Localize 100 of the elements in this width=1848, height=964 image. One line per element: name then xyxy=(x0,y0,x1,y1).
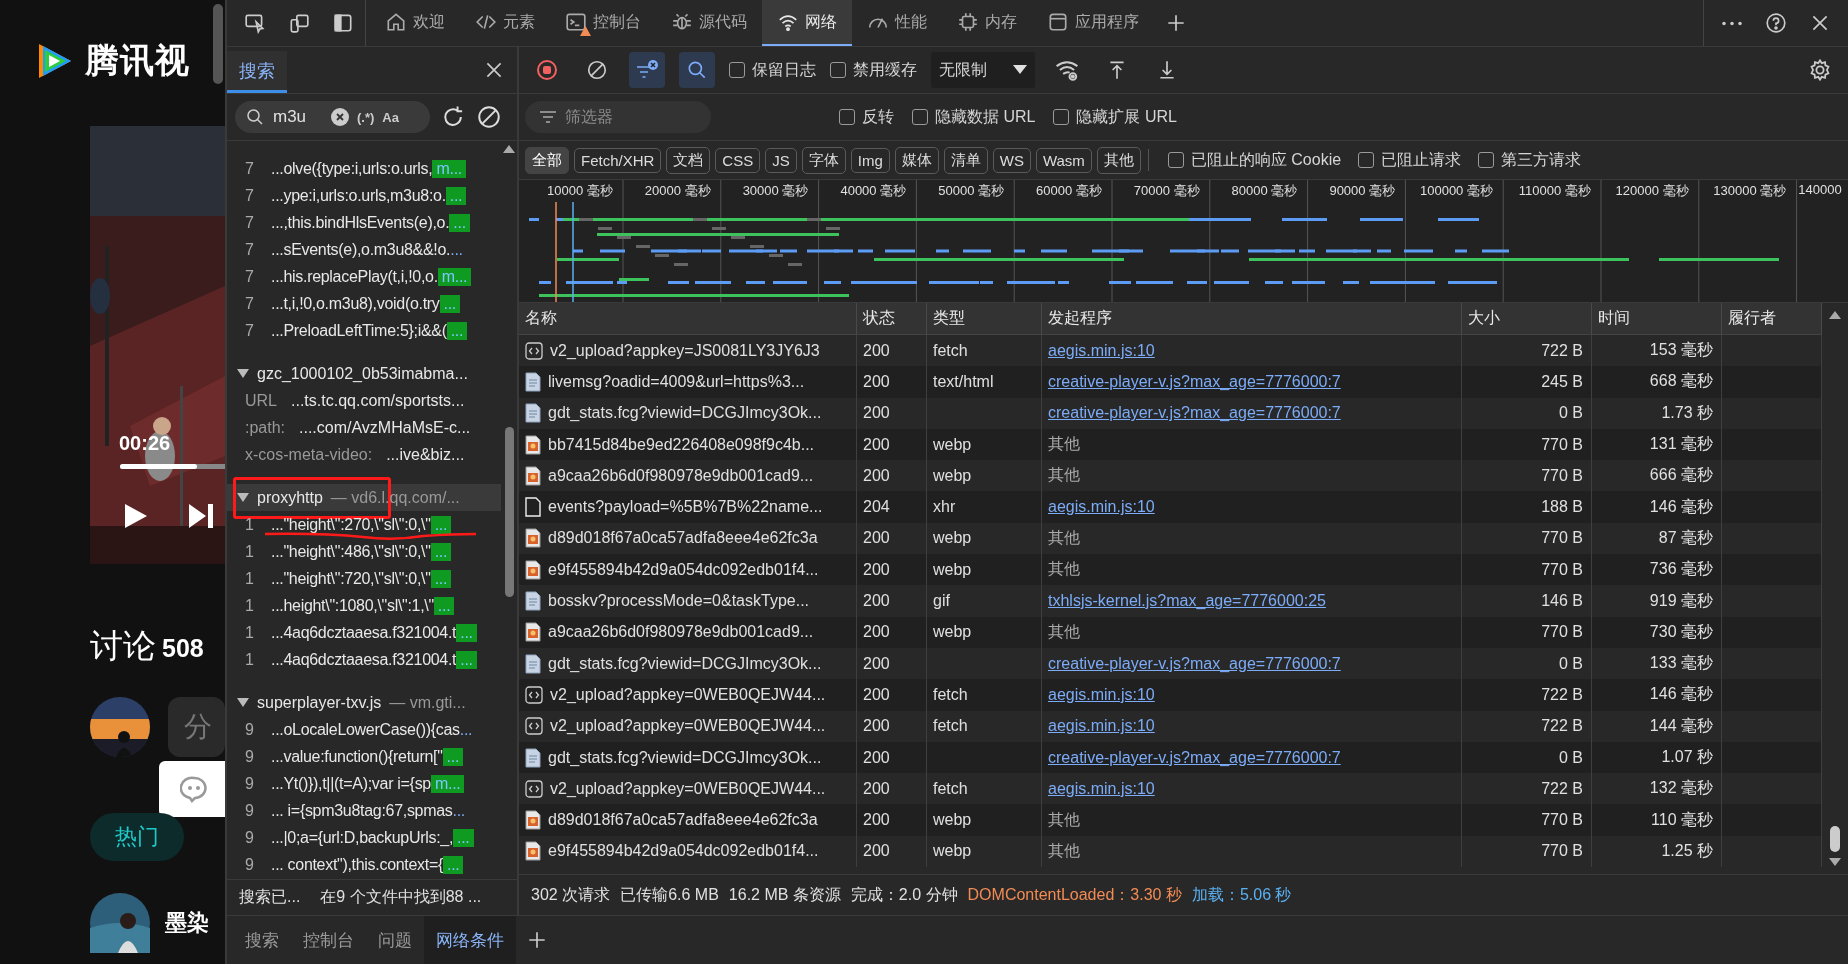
search-result-line[interactable]: ...ive&biz... xyxy=(386,445,465,464)
scrollbar-thumb[interactable] xyxy=(1830,826,1840,852)
request-name[interactable]: livemsg?oadid=4009&url=https%3... xyxy=(548,372,805,391)
progress-bar[interactable] xyxy=(120,464,225,469)
search-result-line[interactable]: ...oLocaleLowerCase()){cas... xyxy=(271,720,473,739)
filter-chip[interactable]: 文档 xyxy=(666,146,711,174)
search-result-line[interactable]: ...PreloadLeftTime:5};i&&( ... xyxy=(271,321,468,340)
search-result-line[interactable]: ...sEvents(e),o.m3u8&&!o.... xyxy=(271,240,463,259)
search-result-line[interactable]: ...4aq6dcztaaesa.f321004.t ... xyxy=(271,650,477,669)
filter-chip[interactable]: Img xyxy=(850,147,890,173)
filter-field[interactable]: 筛选器 xyxy=(525,101,711,133)
drawer-tab[interactable]: 搜索 xyxy=(233,916,291,964)
expand-arrow-icon[interactable] xyxy=(237,492,249,503)
request-name[interactable]: e9f455894b42d9a054dc092edb01f4... xyxy=(548,842,819,861)
column-header[interactable]: 发起程序 xyxy=(1042,303,1462,334)
filter-button[interactable] xyxy=(629,52,665,88)
scrollbar[interactable] xyxy=(213,4,223,84)
request-name[interactable]: e9f455894b42d9a054dc092edb01f4... xyxy=(548,560,819,579)
filter-chip[interactable]: Fetch/XHR xyxy=(574,147,662,173)
column-header[interactable]: 名称 xyxy=(519,303,857,334)
panel-tab[interactable]: 性能 xyxy=(852,0,942,46)
panel-tab[interactable]: 控制台 xyxy=(550,0,656,46)
filter-chip[interactable]: 媒体 xyxy=(894,146,939,174)
panel-tab[interactable]: 应用程序 xyxy=(1032,0,1154,46)
request-name[interactable]: a9caa26b6d0f980978e9db001cad9... xyxy=(548,466,814,485)
search-result-line[interactable]: ...ts.tc.qq.com/sportsts... xyxy=(291,391,465,410)
panel-tab[interactable]: 欢迎 xyxy=(370,0,460,46)
initiator-link[interactable]: creative-player-v.js?max_age=7776000:7 xyxy=(1048,372,1341,391)
drawer-tab[interactable]: 问题 xyxy=(366,916,424,964)
column-header[interactable]: 类型 xyxy=(927,303,1042,334)
filter-chip[interactable]: JS xyxy=(765,147,797,173)
search-result-line[interactable]: ... context"),this.context={ ... xyxy=(271,855,464,874)
scroll-down-icon[interactable] xyxy=(1829,858,1841,866)
search-result-line[interactable]: ...,this.bindHlsEvents(e),o. ... xyxy=(271,213,470,232)
search-tab[interactable]: 搜索 xyxy=(227,51,287,93)
search-result-line[interactable]: ..."height\":270,\"sl\":0,\" ... xyxy=(271,515,452,534)
request-name[interactable]: v2_upload?appkey=0WEB0QEJW44... xyxy=(550,685,826,704)
checkbox[interactable] xyxy=(1053,109,1070,125)
search-result-line[interactable]: ..."height\":486,\"sl\":0,\" ... xyxy=(271,542,452,561)
expand-arrow-icon[interactable] xyxy=(237,697,249,708)
search-result-line[interactable]: ...ype:i,urls:o.urls,m3u8:o. ... xyxy=(271,186,467,205)
checkbox[interactable] xyxy=(1358,152,1375,168)
checkbox[interactable] xyxy=(729,62,745,78)
throttle-select[interactable]: 无限制 xyxy=(931,52,1035,88)
filter-chip[interactable]: Wasm xyxy=(1035,147,1092,173)
scroll-up-icon[interactable] xyxy=(1829,311,1841,319)
search-result-line[interactable]: ...Yt()}),t||(t=A);var i={sp m... xyxy=(271,774,465,793)
column-header[interactable]: 时间 xyxy=(1592,303,1722,334)
search-result-line[interactable]: ..."height\":720,\"sl\":0,\" ... xyxy=(271,569,452,588)
search-result-line[interactable]: ...value:function(){return[" ... xyxy=(271,747,464,766)
panel-tab[interactable]: 源代码 xyxy=(656,0,762,46)
file-group-header[interactable]: superplayer-txv.js — vm.gti... xyxy=(227,689,501,716)
initiator-link[interactable]: aegis.min.js:10 xyxy=(1048,779,1155,798)
regex-toggle[interactable]: (.*) xyxy=(357,109,375,125)
filter-chip[interactable]: WS xyxy=(992,147,1031,173)
panel-tab[interactable]: 内存 xyxy=(942,0,1032,46)
search-result-line[interactable]: ...4aq6dcztaaesa.f321004.t ... xyxy=(271,623,477,642)
match-case-toggle[interactable]: Aa xyxy=(382,109,399,125)
drawer-tab[interactable]: 控制台 xyxy=(291,916,366,964)
initiator-link[interactable]: txhlsjs-kernel.js?max_age=7776000:25 xyxy=(1048,592,1326,610)
request-name[interactable]: d89d018f67a0ca57adfa8eee4e62fc3a xyxy=(548,529,818,548)
request-name[interactable]: gdt_stats.fcg?viewid=DCGJImcy3Ok... xyxy=(548,654,822,673)
checkbox[interactable] xyxy=(839,109,855,125)
search-button[interactable] xyxy=(679,52,715,88)
panel-tab[interactable]: 网络 xyxy=(762,0,852,46)
scroll-up-icon[interactable] xyxy=(503,145,515,153)
request-name[interactable]: bosskv?processMode=0&taskType... xyxy=(548,592,810,610)
comment-button[interactable] xyxy=(159,761,225,817)
column-header[interactable]: 大小 xyxy=(1462,303,1592,334)
clear-icon[interactable] xyxy=(331,108,349,126)
checkbox[interactable] xyxy=(1167,152,1184,168)
request-name[interactable]: v2_upload?appkey=0WEB0QEJW44... xyxy=(550,717,826,736)
initiator-link[interactable]: creative-player-v.js?max_age=7776000:7 xyxy=(1048,748,1341,767)
filter-chip[interactable]: 全部 xyxy=(525,146,569,174)
clear-button[interactable] xyxy=(476,104,502,130)
column-header[interactable]: 状态 xyxy=(857,303,927,334)
request-name[interactable]: v2_upload?appkey=0WEB0QEJW44... xyxy=(550,779,826,798)
request-name[interactable]: gdt_stats.fcg?viewid=DCGJImcy3Ok... xyxy=(548,404,822,423)
checkbox[interactable] xyxy=(1478,152,1495,168)
request-name[interactable]: gdt_stats.fcg?viewid=DCGJImcy3Ok... xyxy=(548,748,822,767)
search-result-line[interactable]: ...his.replacePlay(t,i,!0,o. m... xyxy=(271,267,472,286)
request-name[interactable]: a9caa26b6d0f980978e9db001cad9... xyxy=(548,623,814,642)
scrollbar-thumb[interactable] xyxy=(504,427,514,597)
initiator-link[interactable]: aegis.min.js:10 xyxy=(1048,685,1155,704)
initiator-link[interactable]: aegis.min.js:10 xyxy=(1048,717,1155,736)
search-result-line[interactable]: ...|0;a={url:D,backupUrls:_, ... xyxy=(271,828,474,847)
panel-tab[interactable]: 元素 xyxy=(460,0,550,46)
initiator-link[interactable]: aegis.min.js:10 xyxy=(1048,341,1155,360)
checkbox[interactable] xyxy=(830,62,846,78)
search-result-line[interactable]: ... i={spm3u8tag:67,spmas... xyxy=(271,801,465,820)
hot-tab[interactable]: 热门 xyxy=(90,813,184,861)
request-name[interactable]: d89d018f67a0ca57adfa8eee4e62fc3a xyxy=(548,811,818,830)
initiator-link[interactable]: aegis.min.js:10 xyxy=(1048,498,1155,517)
drawer-tab[interactable]: 网络条件 xyxy=(424,916,516,964)
filter-chip[interactable]: 其他 xyxy=(1096,146,1141,174)
search-result-line[interactable]: ...t,i,!0,o.m3u8),void(o.try ... xyxy=(271,294,460,313)
next-icon[interactable] xyxy=(186,501,216,531)
request-name[interactable]: v2_upload?appkey=JS0081LY3JY6J3 xyxy=(550,341,820,360)
initiator-link[interactable]: creative-player-v.js?max_age=7776000:7 xyxy=(1048,654,1341,673)
request-name[interactable]: bb7415d84be9ed226408e098f9c4b... xyxy=(548,435,815,454)
